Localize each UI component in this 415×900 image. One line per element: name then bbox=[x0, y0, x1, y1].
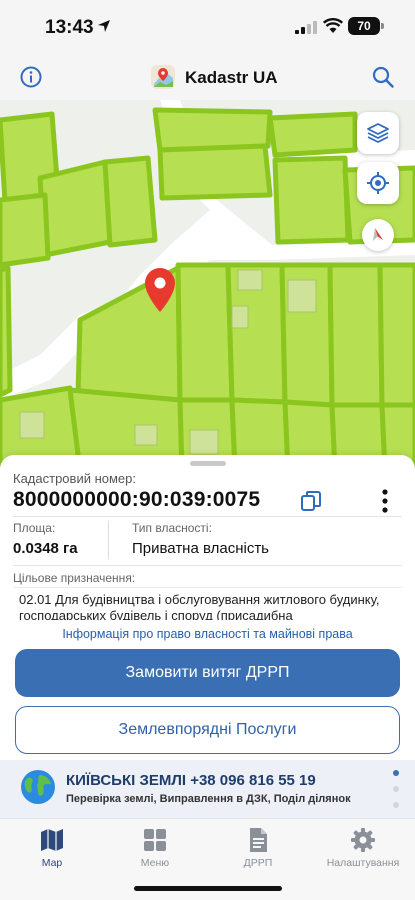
battery-indicator: 70 bbox=[348, 17, 380, 35]
building bbox=[237, 269, 263, 291]
parcel bbox=[0, 265, 13, 398]
compass-button[interactable] bbox=[362, 219, 394, 251]
parcel bbox=[0, 192, 51, 268]
copy-icon[interactable] bbox=[300, 490, 322, 512]
pager-dot[interactable] bbox=[393, 786, 399, 792]
parcel bbox=[267, 111, 358, 158]
tab-label: ДРРП bbox=[243, 857, 273, 869]
building bbox=[134, 424, 158, 446]
tab-label: Налаштування bbox=[326, 857, 400, 869]
ownership-label: Тип власності: bbox=[132, 521, 212, 535]
tab-settings[interactable]: Налаштування bbox=[313, 827, 413, 871]
location-pin-icon bbox=[145, 268, 175, 312]
parcel bbox=[37, 159, 113, 258]
globe-icon bbox=[21, 770, 55, 804]
compass-icon bbox=[373, 228, 383, 241]
pager-dot[interactable] bbox=[393, 770, 399, 776]
tab-label: Мар bbox=[41, 857, 63, 869]
banner-pager[interactable] bbox=[393, 770, 401, 814]
home-indicator[interactable] bbox=[134, 886, 282, 891]
tab-label: Меню bbox=[140, 857, 170, 869]
pager-dot[interactable] bbox=[393, 802, 399, 808]
sheet-grabber[interactable] bbox=[190, 461, 226, 466]
locate-me-button[interactable] bbox=[357, 162, 399, 204]
info-icon[interactable] bbox=[20, 66, 42, 88]
banner-title: КИЇВСЬКІ ЗЕМЛІ +38 096 816 55 19 bbox=[66, 772, 316, 789]
map-canvas[interactable] bbox=[0, 100, 415, 470]
area-value: 0.0348 га bbox=[13, 540, 78, 557]
tab-map[interactable]: Мар bbox=[2, 827, 102, 871]
building bbox=[19, 411, 45, 439]
building bbox=[189, 429, 219, 455]
parcel bbox=[272, 155, 351, 245]
battery-nub bbox=[381, 23, 384, 29]
cadastral-map[interactable] bbox=[0, 100, 415, 470]
column-separator bbox=[108, 521, 109, 559]
location-arrow-icon bbox=[98, 20, 110, 32]
cellular-signal-icon bbox=[295, 21, 317, 34]
land-services-button[interactable]: Землевпорядні Послуги bbox=[15, 706, 400, 754]
order-extract-button[interactable]: Замовити витяг ДРРП bbox=[15, 649, 400, 697]
layers-button[interactable] bbox=[357, 112, 399, 154]
cadastral-number: 8000000000:90:039:0075 bbox=[13, 488, 261, 511]
parcel bbox=[327, 262, 385, 408]
app-logo-icon bbox=[151, 65, 175, 89]
ownership-rights-link[interactable]: Інформація про право власності та майнов… bbox=[0, 627, 415, 641]
purpose-text: 02.01 Для будівництва і обслуговування ж… bbox=[19, 592, 380, 620]
tab-drrp[interactable]: ДРРП bbox=[208, 827, 308, 871]
grid-icon bbox=[144, 829, 166, 851]
document-icon bbox=[250, 828, 267, 852]
banner-subtitle: Перевірка землі, Виправлення в ДЗК, Поді… bbox=[66, 793, 351, 805]
area-label: Площа: bbox=[13, 521, 56, 535]
status-time: 13:43 bbox=[45, 17, 94, 38]
gear-icon bbox=[351, 828, 375, 852]
parcel bbox=[102, 155, 158, 248]
building bbox=[287, 279, 317, 313]
more-options-icon[interactable] bbox=[378, 488, 392, 514]
status-bar: 13:43 70 bbox=[0, 0, 415, 56]
wifi-icon bbox=[323, 18, 343, 33]
cadastral-label: Кадастровий номер: bbox=[13, 471, 136, 486]
divider bbox=[13, 565, 402, 566]
app-title: Kadastr UA bbox=[185, 68, 278, 87]
parcel bbox=[157, 143, 273, 201]
parcel bbox=[175, 262, 235, 403]
map-icon bbox=[41, 829, 63, 851]
app-header: Kadastr UA bbox=[0, 56, 415, 100]
parcel bbox=[377, 262, 415, 408]
ownership-value: Приватна власність bbox=[132, 540, 269, 557]
search-icon[interactable] bbox=[372, 66, 394, 88]
divider bbox=[13, 516, 402, 517]
parcel-info-sheet: Кадастровий номер: 8000000000:90:039:007… bbox=[0, 455, 415, 818]
crosshair-icon bbox=[367, 172, 389, 194]
building bbox=[231, 305, 249, 329]
tab-menu[interactable]: Меню bbox=[105, 827, 205, 871]
layers-icon bbox=[367, 123, 389, 143]
ad-banner[interactable]: КИЇВСЬКІ ЗЕМЛІ +38 096 816 55 19 Перевір… bbox=[0, 760, 415, 818]
purpose-label: Цільове призначення: bbox=[13, 571, 136, 585]
purpose-box[interactable]: 02.01 Для будівництва і обслуговування ж… bbox=[13, 587, 402, 620]
